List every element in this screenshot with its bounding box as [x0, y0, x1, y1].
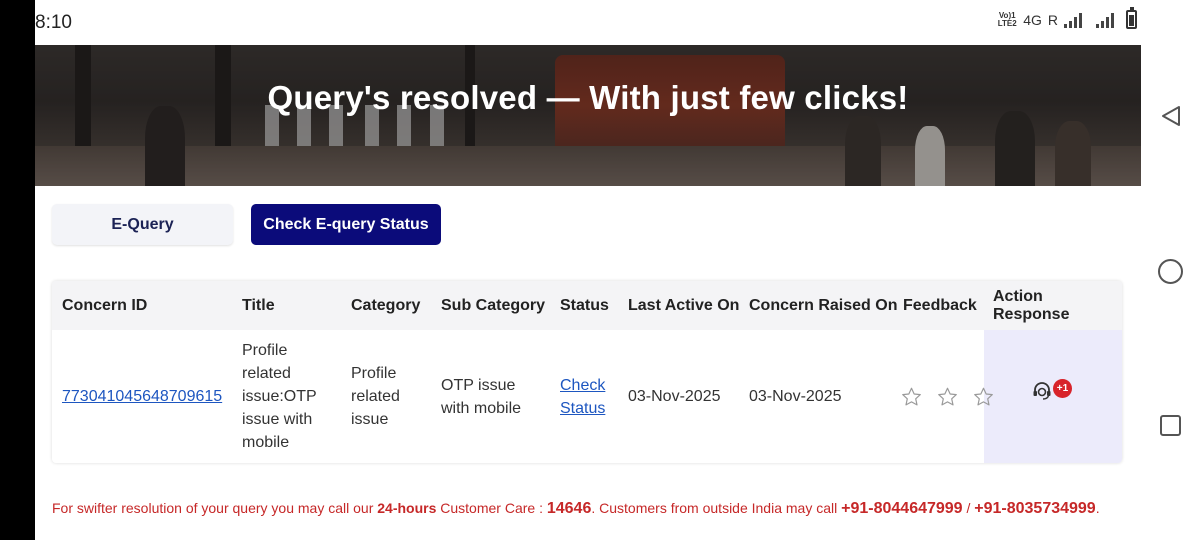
- header-last-active-on: Last Active On: [628, 296, 740, 314]
- intl-number-2: +91-8035734999: [974, 500, 1096, 517]
- star-icon[interactable]: [900, 386, 923, 408]
- header-action-response: Action Response: [993, 287, 1070, 323]
- signal-icon-1: [1064, 12, 1082, 28]
- signal-icon-2: [1096, 12, 1114, 28]
- header-sub-category: Sub Category: [441, 296, 546, 314]
- action-response-button[interactable]: +1: [1032, 378, 1072, 400]
- intl-number-1: +91-8044647999: [841, 500, 963, 517]
- hero-title: Query's resolved — With just few clicks!: [267, 79, 909, 116]
- phone-bezel-left: [0, 0, 35, 540]
- network-type: 4G: [1023, 11, 1042, 28]
- care-number: 14646: [546, 500, 592, 517]
- header-concern-raised-on: Concern Raised On: [749, 296, 898, 314]
- tab-e-query[interactable]: E-Query: [52, 204, 233, 245]
- header-status: Status: [560, 296, 609, 314]
- recents-icon[interactable]: [1160, 415, 1181, 436]
- concern-raised-on-cell: 03-Nov-2025: [749, 388, 842, 405]
- action-badge: +1: [1053, 378, 1072, 398]
- check-status-link[interactable]: Check Status: [560, 374, 605, 420]
- screen: 8:10 Vo)1 LTE2 4G R Query's resolved — W…: [35, 0, 1141, 540]
- last-active-on-cell: 03-Nov-2025: [628, 388, 721, 405]
- roaming-indicator: R: [1047, 11, 1058, 28]
- tab-check-e-query-status[interactable]: Check E-query Status: [251, 204, 441, 245]
- back-icon[interactable]: [1160, 105, 1182, 127]
- concern-table: Concern ID Title Category Sub Category S…: [52, 281, 1122, 463]
- header-category: Category: [351, 296, 421, 314]
- header-title: Title: [242, 296, 275, 314]
- hero-banner: Query's resolved — With just few clicks!: [35, 45, 1141, 186]
- status-time: 8:10: [35, 12, 72, 33]
- action-response-cell: +1: [984, 330, 1122, 463]
- table-row: +1 773041045648709615 Profile related is…: [52, 330, 1122, 463]
- home-icon[interactable]: [1158, 259, 1183, 284]
- star-icon[interactable]: [936, 386, 959, 408]
- sub-category-cell: OTP issue with mobile: [441, 376, 522, 417]
- header-feedback: Feedback: [903, 296, 977, 314]
- title-cell: Profile related issue:OTP issue with mob…: [242, 342, 317, 451]
- table-header: Concern ID Title Category Sub Category S…: [52, 281, 1122, 330]
- feedback-stars: [900, 386, 995, 408]
- android-nav-bar: [1141, 0, 1200, 540]
- star-icon[interactable]: [972, 386, 995, 408]
- battery-icon: [1126, 7, 1137, 29]
- category-cell: Profile related issue: [351, 365, 400, 428]
- concern-id-link[interactable]: 773041045648709615: [62, 385, 222, 408]
- status-bar: 8:10 Vo)1 LTE2 4G R: [35, 0, 1141, 45]
- customer-care-note: For swifter resolution of your query you…: [52, 500, 1100, 517]
- status-icons: Vo)1 LTE2 4G R: [997, 7, 1141, 29]
- volte-icon: Vo)1 LTE2: [997, 10, 1017, 28]
- support-agent-icon: [1033, 382, 1051, 400]
- header-concern-id: Concern ID: [62, 296, 148, 314]
